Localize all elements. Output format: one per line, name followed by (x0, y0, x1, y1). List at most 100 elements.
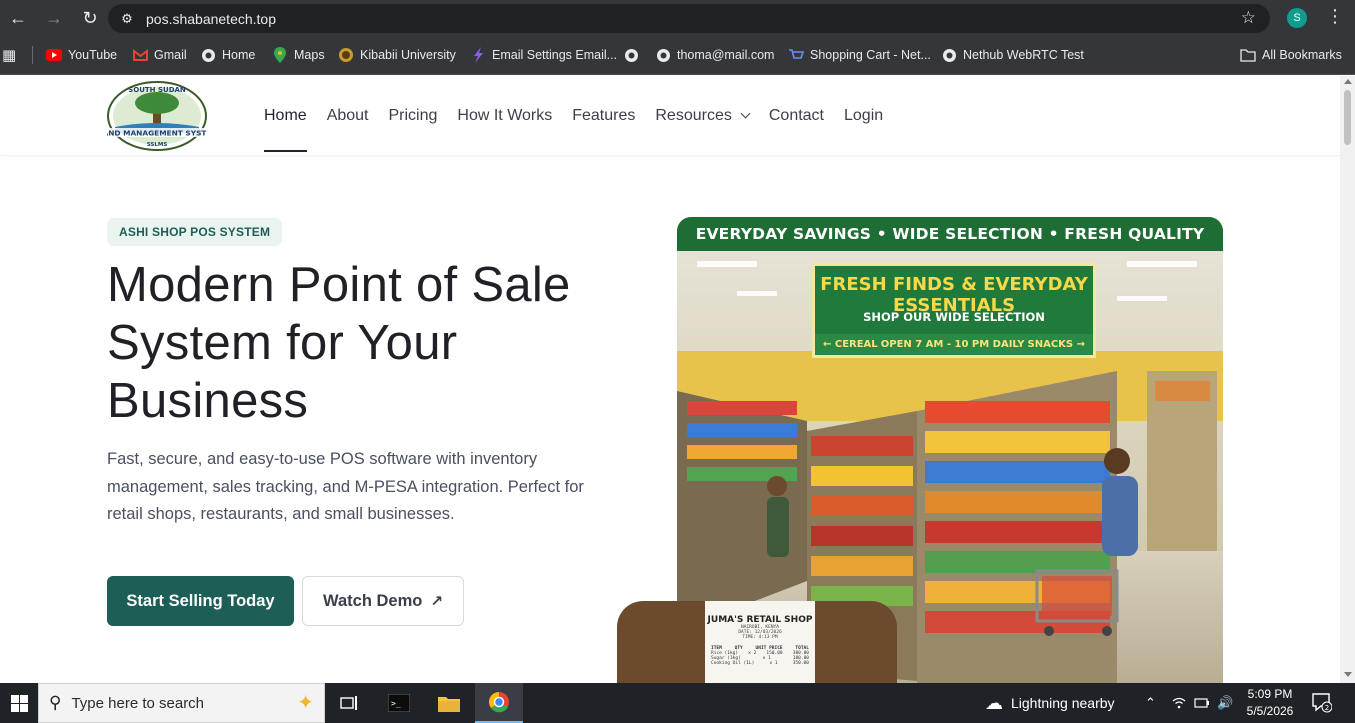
bookmark-nethub[interactable]: Nethub WebRTC Test (941, 37, 1084, 73)
nav-resources-label: Resources (655, 107, 732, 124)
windows-taskbar: ⚲ Type here to search ✦ >_ ☁ Lightning n… (0, 683, 1355, 723)
receipt-time: TIME: 4:13 PM (742, 635, 778, 640)
bookmark-maps[interactable]: Maps (272, 37, 325, 73)
scroll-thumb[interactable] (1344, 90, 1351, 145)
main-nav: Home About Pricing How It Works Features… (264, 76, 903, 156)
receipt-title: JUMA'S RETAIL SHOP (707, 615, 813, 625)
globe-icon (655, 47, 671, 63)
receipt-photo-card: JUMA'S RETAIL SHOP NAIROBI, KENYA DATE: … (617, 601, 897, 683)
bookmark-label: Email Settings Email... (492, 48, 618, 62)
bookmark-shopping-cart[interactable]: Shopping Cart - Net... (788, 37, 931, 73)
sparkle-icon: ✦ (297, 692, 314, 714)
site-info-icon[interactable]: ⚙ (112, 11, 142, 27)
taskbar-search[interactable]: ⚲ Type here to search ✦ (38, 683, 325, 723)
site-logo[interactable]: SOUTH SUDAN AND MANAGEMENT SYSTE SSLMS (103, 81, 212, 151)
wifi-icon[interactable] (1172, 683, 1186, 723)
start-selling-button[interactable]: Start Selling Today (107, 576, 294, 626)
receipt-cell: x 1 (769, 661, 778, 666)
svg-text:>_: >_ (391, 699, 401, 708)
folder-icon (1240, 47, 1256, 63)
url-text[interactable]: pos.shabanetech.top (146, 11, 276, 27)
bookmark-label: Nethub WebRTC Test (963, 48, 1084, 62)
bookmark-thoma[interactable]: thoma@mail.com (655, 37, 774, 73)
weather-widget[interactable]: ☁ Lightning nearby (985, 683, 1115, 723)
nav-how-it-works[interactable]: How It Works (457, 76, 552, 156)
globe-icon (941, 47, 957, 63)
product-badge: ASHI SHOP POS SYSTEM (107, 218, 283, 246)
start-button[interactable] (0, 683, 38, 723)
site-header: SOUTH SUDAN AND MANAGEMENT SYSTE SSLMS H… (0, 76, 1340, 156)
logo-text-mid: AND MANAGEMENT SYSTE (107, 129, 207, 138)
reload-icon[interactable]: ↻ (72, 0, 108, 37)
show-hidden-icons[interactable]: ⌃ (1145, 683, 1156, 723)
bookmarks-divider (32, 46, 33, 64)
university-icon (338, 47, 354, 63)
watch-demo-button[interactable]: Watch Demo ↗ (302, 576, 464, 626)
cart-icon (788, 47, 804, 63)
page-scrollbar[interactable] (1340, 76, 1355, 683)
sign-right: SNACKS → (1027, 339, 1085, 350)
bookmark-label: thoma@mail.com (677, 48, 775, 62)
bookmark-label: Home (222, 48, 256, 62)
receipt: JUMA'S RETAIL SHOP NAIROBI, KENYA DATE: … (705, 601, 815, 683)
maps-icon (272, 47, 288, 63)
receipt-cell: x 2 (748, 651, 757, 656)
bookmark-label: Gmail (154, 48, 187, 62)
taskbar-search-placeholder: Type here to search (71, 694, 205, 712)
windows-logo-icon (10, 694, 28, 712)
forward-icon[interactable]: → (36, 0, 72, 37)
clock-time: 5:09 PM (1247, 687, 1293, 701)
browser-menu-icon[interactable]: ⋮ (1326, 6, 1344, 27)
bookmark-youtube[interactable]: YouTube (46, 37, 117, 73)
notification-center-icon[interactable]: 2 (1310, 691, 1334, 715)
nav-features[interactable]: Features (572, 76, 635, 156)
volume-icon[interactable]: 🔊 (1217, 683, 1233, 723)
nav-about[interactable]: About (327, 76, 369, 156)
bookmark-label: Shopping Cart - Net... (810, 48, 931, 62)
globe-icon (623, 47, 639, 63)
bookmark-kibabii[interactable]: Kibabii University (338, 37, 456, 73)
task-view-icon[interactable] (325, 683, 373, 723)
bookmark-home[interactable]: Home (200, 37, 255, 73)
all-bookmarks-label: All Bookmarks (1262, 48, 1342, 62)
bookmark-email-settings[interactable]: Email Settings Email... (470, 37, 617, 73)
page-viewport: SOUTH SUDAN AND MANAGEMENT SYSTE SSLMS H… (0, 76, 1340, 683)
storm-cloud-icon: ☁ (985, 692, 1003, 713)
bookmark-label: Maps (294, 48, 325, 62)
nav-login[interactable]: Login (844, 76, 883, 156)
logo-text-top: SOUTH SUDAN (128, 86, 186, 94)
clock-date: 5/5/2026 (1246, 704, 1294, 718)
receipt-cell: 350.00 (792, 661, 809, 666)
bookmark-star-icon[interactable]: ☆ (1241, 8, 1256, 28)
search-icon: ⚲ (49, 693, 62, 712)
back-icon[interactable]: ← (0, 0, 36, 37)
scroll-up-arrow-icon[interactable] (1344, 79, 1352, 84)
nav-contact[interactable]: Contact (769, 76, 824, 156)
bookmarks-bar: ▦ YouTube Gmail Home Maps Kibabii Univer… (0, 37, 1355, 75)
nav-home[interactable]: Home (264, 76, 307, 156)
file-explorer-icon[interactable] (425, 683, 473, 723)
watch-demo-label: Watch Demo (323, 591, 423, 610)
scroll-down-arrow-icon[interactable] (1344, 672, 1352, 677)
battery-icon[interactable] (1194, 683, 1210, 723)
receipt-cell: Cooking Oil (1L) (711, 661, 755, 666)
bookmark-globe[interactable] (623, 37, 645, 73)
sign-subtitle: SHOP OUR WIDE SELECTION (863, 310, 1045, 324)
nav-pricing[interactable]: Pricing (389, 76, 438, 156)
nav-resources[interactable]: Resources (655, 76, 751, 156)
all-bookmarks[interactable]: All Bookmarks (1240, 37, 1342, 73)
system-clock[interactable]: 5:09 PM 5/5/2026 (1244, 686, 1296, 720)
profile-avatar[interactable]: S (1287, 8, 1307, 28)
chrome-app-icon[interactable] (475, 683, 523, 723)
apps-grid-icon[interactable]: ▦ (2, 37, 16, 73)
terminal-app-icon[interactable]: >_ (375, 683, 423, 723)
email-settings-icon (470, 47, 486, 63)
address-bar[interactable]: ⚙ pos.shabanetech.top ☆ (108, 4, 1270, 33)
sign-hours: OPEN 7 AM - 10 PM DAILY (880, 339, 1025, 350)
logo-text-bot: SSLMS (147, 142, 168, 148)
sign-left: ← CEREAL (823, 339, 878, 350)
notification-count: 2 (1325, 704, 1329, 712)
browser-toolbar: ← → ↻ ⚙ pos.shabanetech.top ☆ S ⋮ (0, 0, 1355, 37)
bookmark-gmail[interactable]: Gmail (132, 37, 187, 73)
sign-bar: ← CEREAL OPEN 7 AM - 10 PM DAILY SNACKS … (815, 334, 1093, 355)
